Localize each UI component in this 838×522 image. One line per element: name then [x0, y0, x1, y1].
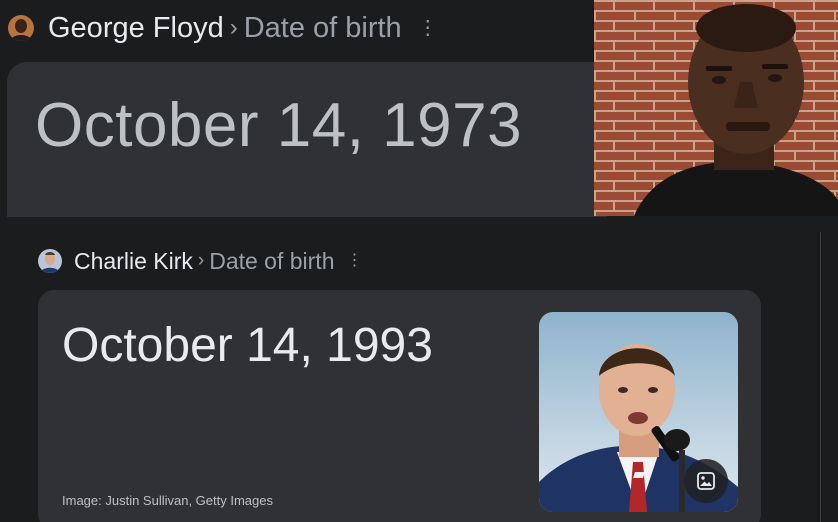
search-results-screenshot: George Floyd › Date of birth ⋮ October 1… — [0, 0, 838, 522]
breadcrumb: George Floyd › Date of birth ⋮ — [0, 0, 594, 56]
person-thumbnail-icon[interactable] — [38, 249, 62, 273]
breadcrumb-separator: › — [229, 14, 238, 41]
image-credit: Image: Justin Sullivan, Getty Images — [62, 493, 273, 508]
more-options-icon[interactable]: ⋮ — [347, 253, 363, 269]
divider — [820, 232, 821, 522]
image-icon[interactable] — [684, 459, 728, 503]
speaker-photo[interactable] — [539, 312, 738, 512]
entity-name-link[interactable]: George Floyd — [48, 12, 224, 45]
attribute-label: Date of birth — [243, 11, 402, 44]
entity-name-link[interactable]: Charlie Kirk — [74, 248, 193, 275]
answer-card: October 14, 1973 — [7, 62, 607, 217]
breadcrumb-separator: › — [197, 250, 205, 271]
breadcrumb: Charlie Kirk › Date of birth ⋮ — [38, 244, 363, 278]
person-thumbnail-icon[interactable] — [8, 15, 34, 41]
portrait-photo[interactable] — [594, 0, 838, 216]
answer-date: October 14, 1973 — [35, 91, 523, 160]
answer-date: October 14, 1993 — [62, 319, 433, 372]
answer-card: October 14, 1993 Image: Justin Sullivan,… — [38, 290, 761, 522]
more-options-icon[interactable]: ⋮ — [418, 18, 438, 38]
attribute-label: Date of birth — [209, 247, 335, 274]
